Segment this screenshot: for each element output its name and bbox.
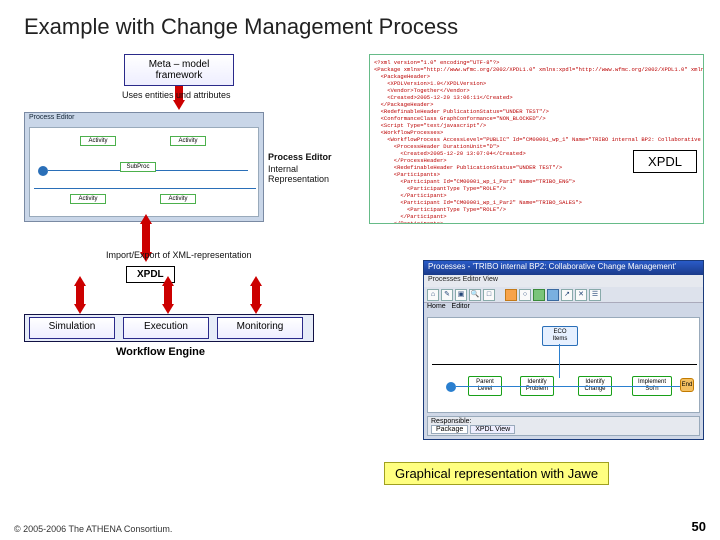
status-responsible-label: Responsible: <box>431 418 696 425</box>
flow-end-icon[interactable]: End <box>680 378 694 392</box>
arrow-shaft <box>76 286 84 304</box>
xpdl-label-box: XPDL <box>633 150 697 173</box>
flow-connector <box>559 344 560 378</box>
window-status-bar: Responsible: Package XPDL View <box>427 416 700 436</box>
editor-window-title: Process Editor <box>29 114 75 121</box>
select-tool-icon[interactable] <box>505 289 517 301</box>
flow-lane-divider <box>34 188 256 189</box>
arrow-shaft <box>142 224 150 252</box>
home-icon[interactable]: ⌂ <box>427 289 439 301</box>
arrow-down-icon <box>173 100 185 110</box>
jawe-window: Processes - 'TRIBO internal BP2: Collabo… <box>423 260 704 440</box>
link-tool-icon[interactable]: ↗ <box>561 289 573 301</box>
slide-title: Example with Change Management Process <box>24 14 696 40</box>
arrow-up-icon <box>74 276 86 286</box>
tab[interactable]: Editor <box>452 303 470 310</box>
workflow-engine-row: Simulation Execution Monitoring <box>24 314 314 342</box>
xpdl-code-text: <?xml version="1.0" encoding="UTF-8"?> <… <box>370 55 703 224</box>
slide-content: Meta – model framework Uses entities und… <box>24 54 696 504</box>
process-editor-label: Process Editor <box>268 152 332 162</box>
flow-connector <box>456 386 680 387</box>
flow-start-icon <box>38 166 48 176</box>
meta-model-box: Meta – model framework <box>124 54 234 86</box>
mini-activity: Activity <box>70 194 106 204</box>
flow-start-box[interactable]: ECO Items <box>542 326 578 346</box>
oval-tool-icon[interactable]: ○ <box>519 289 531 301</box>
lane-divider <box>432 364 697 365</box>
workflow-engine-label: Workflow Engine <box>116 346 205 358</box>
arrow-down-icon <box>250 304 262 314</box>
arrow-up-icon <box>140 214 152 224</box>
window-menubar[interactable]: Processes Editor View <box>424 275 703 287</box>
engine-cell: Execution <box>123 317 209 339</box>
internal-rep-label: Internal Representation <box>268 164 354 184</box>
participant-tool-icon[interactable]: ☰ <box>589 289 601 301</box>
save-icon[interactable]: ▣ <box>455 289 467 301</box>
import-export-label: Import/Export of XML-representation <box>106 250 252 260</box>
process-editor-screenshot: Process Editor Activity Activity SubProc… <box>24 112 264 222</box>
diagram-right: <?xml version="1.0" encoding="UTF-8"?> <… <box>369 54 704 224</box>
arrow-shaft <box>164 286 172 304</box>
tab[interactable]: Home <box>427 303 446 310</box>
jawe-canvas[interactable]: ECO Items Parent Level Identify Problem … <box>427 317 700 413</box>
page-number: 50 <box>692 519 706 534</box>
mini-subproc: SubProc <box>120 162 156 172</box>
arrow-down-icon <box>74 304 86 314</box>
xpdl-code-panel: <?xml version="1.0" encoding="UTF-8"?> <… <box>369 54 704 224</box>
arrow-up-icon <box>162 276 174 286</box>
engine-cell: Simulation <box>29 317 115 339</box>
jawe-caption: Graphical representation with Jawe <box>384 462 609 485</box>
zoom-icon[interactable]: 🔍 <box>469 289 481 301</box>
engine-cell: Monitoring <box>217 317 303 339</box>
cross-tool-icon[interactable]: ✕ <box>575 289 587 301</box>
arrow-shaft <box>252 286 260 304</box>
window-tabs[interactable]: Home Editor <box>424 303 703 315</box>
window-titlebar: Processes - 'TRIBO internal BP2: Collabo… <box>424 261 703 275</box>
flow-start-icon[interactable] <box>446 382 456 392</box>
mini-activity: Activity <box>80 136 116 146</box>
arrow-up-icon <box>250 276 262 286</box>
activity-tool-icon[interactable] <box>533 289 545 301</box>
edit-icon[interactable]: ✎ <box>441 289 453 301</box>
status-tab[interactable]: Package <box>431 425 468 434</box>
window-toolbar: ⌂ ✎ ▣ 🔍 □ ○ ↗ ✕ ☰ <box>424 287 703 303</box>
uses-entities-label: Uses entities und attributes <box>122 90 231 100</box>
grid-icon[interactable]: □ <box>483 289 495 301</box>
arrow-down-icon <box>162 304 174 314</box>
route-tool-icon[interactable] <box>547 289 559 301</box>
mini-activity: Activity <box>160 194 196 204</box>
footer-copyright: © 2005-2006 The ATHENA Consortium. <box>14 524 172 534</box>
status-tab[interactable]: XPDL View <box>470 425 515 434</box>
mini-activity: Activity <box>170 136 206 146</box>
